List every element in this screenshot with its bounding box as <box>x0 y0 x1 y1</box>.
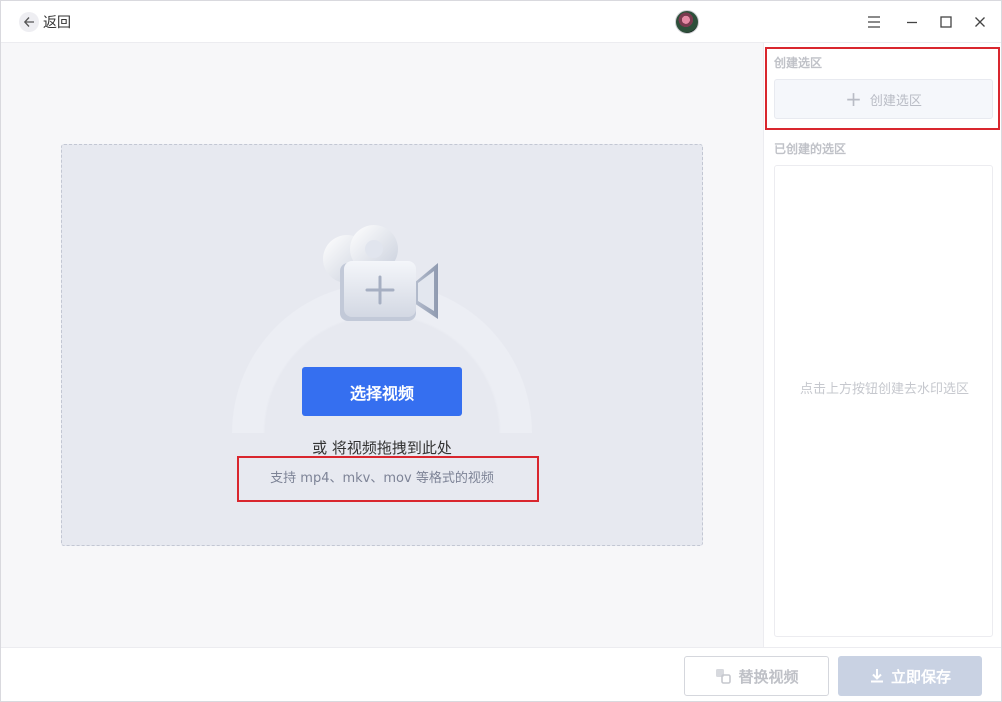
video-camera-plus-icon <box>320 223 444 323</box>
footer-bar: 替换视频 立即保存 <box>1 647 1001 701</box>
back-label: 返回 <box>43 15 71 31</box>
drag-hint: 或 将视频拖拽到此处 <box>312 439 452 457</box>
arrow-left-icon <box>19 12 39 32</box>
sidebar: 创建选区 + 创建选区 已创建的选区 点击上方按钮创建去水印选区 <box>763 43 1001 647</box>
region-list: 点击上方按钮创建去水印选区 <box>774 165 993 637</box>
replace-video-label: 替换视频 <box>738 667 799 686</box>
annotation-highlight-format-hint <box>237 456 539 502</box>
save-now-button[interactable]: 立即保存 <box>838 656 982 696</box>
hamburger-menu-icon[interactable] <box>863 11 885 33</box>
back-button[interactable]: 返回 <box>19 11 71 33</box>
save-now-label: 立即保存 <box>890 667 951 686</box>
empty-region-hint: 点击上方按钮创建去水印选区 <box>799 382 969 397</box>
title-bar: 返回 <box>1 1 1001 43</box>
avatar[interactable] <box>675 10 699 34</box>
created-regions-title: 已创建的选区 <box>774 142 847 156</box>
download-icon <box>869 668 885 684</box>
main-area: 选择视频 或 将视频拖拽到此处 支持 mp4、mkv、mov 等格式的视频 <box>1 43 763 647</box>
maximize-icon[interactable] <box>935 11 957 33</box>
select-video-button[interactable]: 选择视频 <box>302 367 462 416</box>
replace-video-icon <box>714 667 732 685</box>
replace-video-button[interactable]: 替换视频 <box>684 656 829 696</box>
minimize-icon[interactable] <box>901 11 923 33</box>
close-icon[interactable] <box>969 11 991 33</box>
annotation-highlight-create-region <box>765 47 1000 130</box>
